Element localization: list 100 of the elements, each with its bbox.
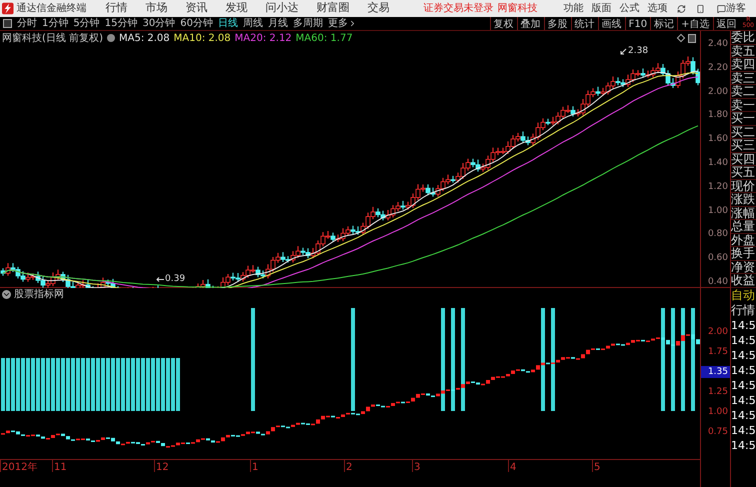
indicator-axis-label: 1.25 (706, 386, 729, 398)
quote-label: 卖二 (731, 85, 756, 98)
menu-item[interactable]: 发现 (225, 0, 248, 17)
user-label[interactable]: 游客 (726, 1, 746, 16)
tick-time: 14:5 (731, 318, 756, 332)
date-label: 1 (250, 460, 344, 472)
menu-item[interactable]: 资讯 (185, 0, 208, 17)
quote-label: 买三 (731, 139, 756, 152)
toolbar-button[interactable]: 标记 (650, 17, 678, 30)
tick-time: 14:5 (731, 378, 756, 392)
collapse-icon[interactable] (2, 290, 11, 298)
quote-label: 买二 (731, 126, 756, 139)
price-axis-label: 1.40 (706, 158, 729, 168)
indicator-axis-label: 1.00 (706, 406, 729, 418)
price-axis-label: 1.80 (706, 110, 729, 120)
quote-label: 卖五 (731, 44, 756, 58)
toolbar-button[interactable]: 画线 (598, 17, 625, 30)
period-tab[interactable]: 更多 (328, 16, 357, 31)
period-tab[interactable]: 日线 (218, 16, 238, 31)
tick-time: 14:5 (731, 348, 756, 362)
tick-header[interactable]: 自动 (731, 288, 756, 302)
toolbar-button[interactable]: 复权 (490, 17, 517, 30)
indicator-axis-label: 0.75 (706, 426, 729, 438)
panel-toggle-icon[interactable] (3, 19, 12, 28)
quote-label: 总量 (731, 220, 756, 234)
price-axis-label: 1.20 (706, 182, 729, 192)
tick-time: 14:5 (731, 438, 756, 452)
quote-label: 买五 (731, 166, 756, 180)
toolbar-button[interactable]: 返回 (712, 17, 740, 30)
quote-label: 现价 (731, 180, 756, 193)
tick-time: 14:5 (731, 392, 756, 408)
menu-item[interactable]: 市场 (145, 0, 168, 17)
stock-title: 网窗科技(日线 前复权) (2, 32, 103, 46)
price-axis-label: 1.00 (706, 206, 729, 216)
tick-time: 14:5 (731, 362, 756, 378)
date-label: 3 (412, 460, 508, 472)
menu-item[interactable]: 交易 (367, 0, 390, 17)
period-tab[interactable]: 15分钟 (104, 16, 138, 31)
tick-time: 14:5 (731, 332, 756, 348)
menu-item[interactable]: 版面 (591, 1, 612, 16)
quote-label: 涨幅 (731, 206, 756, 220)
moving-average-label: MA5: 2.08 (118, 32, 170, 46)
toolbar-button[interactable]: +自选 (677, 17, 713, 30)
indicator-axis-label: 2.00 (706, 326, 729, 338)
period-tab[interactable]: 30分钟 (142, 16, 176, 31)
period-tab[interactable]: 5分钟 (73, 16, 100, 31)
app-logo-icon (2, 2, 14, 15)
high-price-mark: 2.38 (628, 45, 648, 58)
price-axis-label: 0.80 (706, 229, 729, 240)
pointer-arrow-icon (620, 48, 627, 56)
refresh-icon[interactable] (677, 4, 686, 14)
moving-average-label: MA10: 2.08 (174, 32, 231, 46)
tick-time: 14:5 (731, 408, 756, 422)
menu-item[interactable]: 财富圈 (316, 0, 350, 17)
phone-icon[interactable] (696, 4, 706, 14)
date-label: 11 (52, 460, 154, 472)
moving-average-label: MA20: 2.12 (234, 32, 292, 46)
date-label: 4 (508, 460, 592, 472)
period-tab[interactable]: 月线 (268, 16, 288, 31)
menu-item[interactable]: 选项 (647, 1, 668, 16)
indicator-title: 股票指标网 (14, 288, 64, 302)
quote-label: 买四 (731, 152, 756, 166)
price-axis-label: 1.60 (706, 134, 729, 144)
quote-label: 净资 (731, 260, 756, 274)
tick-header[interactable]: 行情 (731, 302, 756, 318)
toolbar-button[interactable]: 多股 (544, 17, 571, 30)
date-label: 5 (592, 460, 652, 472)
price-axis-label: 0.60 (706, 253, 729, 264)
menu-item[interactable]: 行情 (105, 0, 128, 17)
quote-label: 换手 (731, 247, 756, 260)
pointer-arrow-icon (156, 277, 164, 282)
tick-time: 14:5 (731, 422, 756, 438)
menu-item[interactable]: 公式 (619, 1, 640, 16)
quote-label: 外盘 (731, 234, 756, 247)
indicator-axis-label: 1.75 (706, 346, 729, 358)
price-axis-label: 2.40 (706, 39, 729, 49)
period-tab[interactable]: 分时 (17, 16, 37, 31)
period-tab[interactable]: 多周期 (292, 16, 323, 31)
company-notice[interactable]: 网窗科技 (497, 1, 538, 16)
quote-label: 卖三 (731, 72, 756, 85)
quote-label: 收益 (731, 274, 756, 288)
period-tab[interactable]: 60分钟 (180, 16, 213, 31)
date-label: 12 (154, 460, 250, 472)
moving-average-label: MA60: 1.77 (296, 32, 353, 46)
period-tab[interactable]: 1分钟 (42, 16, 68, 31)
period-tab[interactable]: 周线 (242, 16, 263, 31)
menu-item[interactable]: 功能 (563, 1, 584, 16)
panel-icon[interactable] (688, 34, 696, 42)
toolbar-button[interactable]: 统计 (570, 17, 598, 30)
price-axis-label: 2.00 (706, 86, 729, 97)
quote-label: 卖一 (731, 98, 756, 112)
menu-item[interactable]: 问小达 (265, 0, 298, 17)
message-icon[interactable] (717, 4, 726, 14)
toolbar-button[interactable]: F10 (624, 17, 650, 30)
toolbar-button[interactable]: 叠加 (516, 17, 544, 30)
app-name: 通达信金融终端 (16, 2, 88, 16)
low-price-mark: 0.39 (165, 273, 186, 286)
login-notice[interactable]: 证券交易未登录 (423, 1, 494, 16)
quote-label: 买一 (731, 112, 756, 126)
date-label: 2012年 (0, 460, 52, 472)
